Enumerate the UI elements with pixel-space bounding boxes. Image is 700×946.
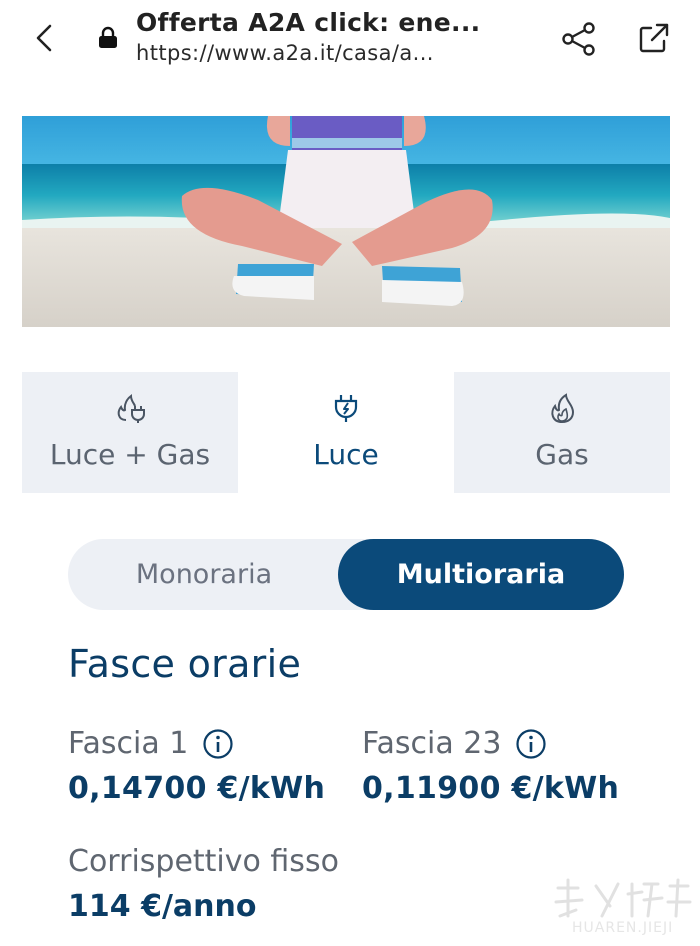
fixed-fee-label: Corrispettivo fisso	[68, 844, 339, 879]
hero-image	[22, 116, 670, 327]
band-price: 0,11900 €/kWh	[362, 771, 620, 806]
flame-icon	[551, 393, 575, 424]
back-arrow-icon[interactable]	[24, 18, 64, 58]
browser-toolbar: Offerta A2A click: ene... https://www.a2…	[0, 0, 700, 80]
tab-label: Luce	[313, 438, 379, 471]
tab-luce-gas[interactable]: Luce + Gas	[22, 372, 238, 493]
watermark-text: HUAREN.JIEJI	[572, 920, 674, 936]
plug-bolt-icon	[334, 395, 358, 422]
rate-type-toggle: Monoraria Multioraria	[68, 539, 624, 610]
section-title: Fasce orarie	[68, 642, 302, 686]
multioraria-option[interactable]: Multioraria	[338, 539, 624, 610]
page-url: https://www.a2a.it/casa/a...	[136, 41, 434, 65]
page-title: Offerta A2A click: ene...	[136, 8, 481, 37]
share-icon[interactable]	[560, 20, 598, 58]
fixed-fee: Corrispettivo fisso 114 €/anno	[68, 844, 339, 924]
band-label: Fascia 1	[68, 726, 189, 761]
tab-label: Luce + Gas	[49, 438, 211, 471]
lock-icon	[99, 26, 117, 48]
info-icon[interactable]	[515, 728, 547, 760]
tab-gas[interactable]: Gas	[454, 372, 670, 493]
band-fascia-23: Fascia 23 0,11900 €/kWh	[362, 726, 619, 806]
product-tabs: Luce + Gas Luce Gas	[22, 372, 670, 493]
address-block[interactable]: Offerta A2A click: ene... https://www.a2…	[136, 8, 516, 65]
info-icon[interactable]	[202, 728, 234, 760]
band-label: Fascia 23	[362, 726, 502, 761]
flame-plug-icon	[117, 393, 145, 423]
fixed-fee-value: 114 €/anno	[68, 889, 257, 924]
tab-label: Gas	[535, 438, 589, 471]
monoraria-option[interactable]: Monoraria	[68, 539, 340, 610]
tab-luce[interactable]: Luce	[238, 372, 454, 493]
band-fascia-1: Fascia 1 0,14700 €/kWh	[68, 726, 325, 806]
band-price: 0,14700 €/kWh	[68, 771, 326, 806]
open-external-icon[interactable]	[636, 20, 672, 56]
